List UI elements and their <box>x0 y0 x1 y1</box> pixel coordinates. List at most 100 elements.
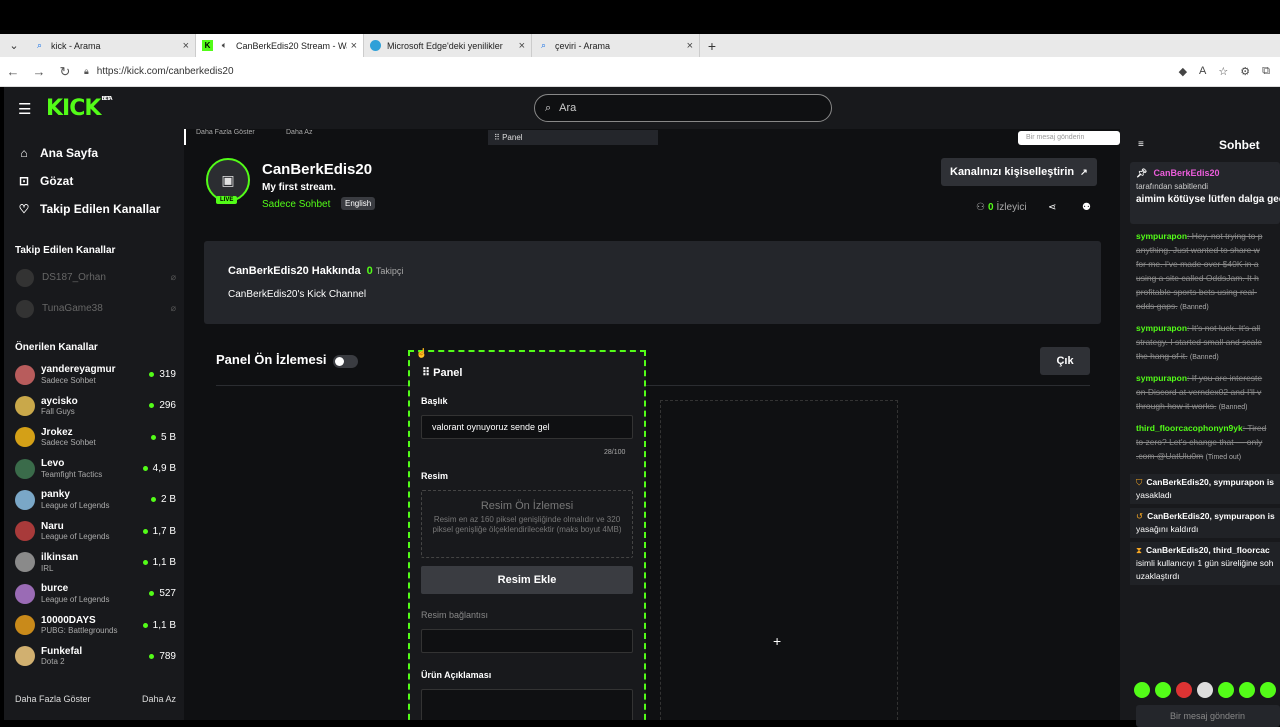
emote-icon[interactable] <box>1155 682 1171 698</box>
chat-username[interactable]: sympurapon <box>1136 323 1187 333</box>
sidebar-item-browse[interactable]: ⊡ Gözat <box>4 167 184 195</box>
new-tab-plus-icon[interactable]: + <box>700 38 724 54</box>
chat-username[interactable]: sympurapon <box>1136 373 1187 383</box>
image-preview-dropzone[interactable]: Resim Ön İzlemesi Resim en az 160 piksel… <box>421 490 633 558</box>
recommended-channel[interactable]: Levo Teamfight Tactics 4,9 B <box>4 453 184 484</box>
show-more-link[interactable]: Daha Fazla Göster <box>15 694 91 704</box>
extensions-puzzle-icon[interactable]: ⚙ <box>1240 65 1250 78</box>
channel-name: TunaGame38 <box>42 303 103 314</box>
emote-icon[interactable] <box>1197 682 1213 698</box>
plus-icon[interactable]: + <box>773 633 781 649</box>
add-panel-slot[interactable]: + <box>660 400 898 720</box>
panel-preview-toggle[interactable] <box>333 355 358 368</box>
scrolled-strip: Daha Fazla Göster Daha Az ⠿ Panel Bir me… <box>184 129 1120 145</box>
emote-icon[interactable] <box>1239 682 1255 698</box>
chat-text: .com @UatUlu0m <box>1136 451 1204 461</box>
tab-translate-search[interactable]: ⌕ çeviri - Arama × <box>532 34 700 57</box>
exit-button[interactable]: Çık <box>1040 347 1090 375</box>
kick-logo[interactable]: KICKBETA <box>46 96 113 121</box>
recommended-channel[interactable]: Jrokez Sadece Sohbet 5 B <box>4 422 184 453</box>
strip-panel-tab[interactable]: ⠿ Panel <box>488 130 658 145</box>
image-link-input[interactable] <box>421 629 633 653</box>
chat-input[interactable]: Bir mesaj gönderin <box>1136 705 1280 727</box>
recommended-channel[interactable]: aycisko Fall Guys 296 <box>4 390 184 421</box>
chat-message: third_floorcacophonyn9yk: Tired to zero? … <box>1136 421 1280 465</box>
beta-badge: BETA <box>101 96 112 102</box>
pinned-message[interactable]: 📌︎ CanBerkEdis20 tarafından sabitlendi ai… <box>1130 162 1280 224</box>
recommended-channel[interactable]: ilkinsan IRL 1,1 B <box>4 547 184 578</box>
viewer-count: 1,1 B <box>142 557 176 568</box>
show-less-link[interactable]: Daha Az <box>142 694 176 704</box>
search-input[interactable]: ⌕ Ara <box>534 94 832 122</box>
recommended-channel[interactable]: 10000DAYS PUBG: Battlegrounds 1,1 B <box>4 609 184 640</box>
close-icon[interactable]: × <box>687 40 693 52</box>
refresh-icon[interactable]: ↻ <box>52 64 78 80</box>
product-description-input[interactable] <box>421 689 633 720</box>
strip-show-more[interactable]: Daha Fazla Göster <box>196 129 255 136</box>
share-icon[interactable]: ⋖ <box>1048 202 1056 213</box>
recommended-channel[interactable]: Naru League of Legends 1,7 B <box>4 515 184 546</box>
channel-category: Teamfight Tactics <box>41 469 103 479</box>
forward-arrow-icon[interactable]: → <box>26 64 52 79</box>
hand-cursor-icon: ☝ <box>416 348 428 358</box>
channel-name: DS187_Orhan <box>42 272 106 283</box>
tab-kick-stream[interactable]: K 🔈︎ CanBerkEdis20 Stream - Wat × <box>196 34 364 57</box>
follower-label: Takipçi <box>375 266 404 276</box>
recommended-channel[interactable]: burce League of Legends 527 <box>4 578 184 609</box>
read-aloud-icon[interactable]: A <box>1199 65 1206 78</box>
pinned-text: aimim kötüyse lütfen dalga gec <box>1136 194 1280 205</box>
chat-username[interactable]: third_floorcacophonyn9yk <box>1136 423 1243 433</box>
speaker-icon[interactable]: 🔈︎ <box>219 40 230 51</box>
followed-channel[interactable]: TunaGame38 ⌀ <box>4 293 184 324</box>
favorite-star-icon[interactable]: ☆ <box>1218 65 1228 78</box>
emote-icon[interactable] <box>1134 682 1150 698</box>
channel-name: burce <box>41 583 69 595</box>
lock-icon[interactable]: 🔒︎ <box>84 66 89 77</box>
emote-icon[interactable] <box>1218 682 1234 698</box>
recommended-channel[interactable]: Funkefal Dota 2 789 <box>4 641 184 672</box>
viewer-number: 4,9 B <box>152 463 176 475</box>
customize-channel-button[interactable]: Kanalınızı kişiselleştirin ↗ <box>941 158 1097 186</box>
tab-edge-news[interactable]: Microsoft Edge'deki yenilikler × <box>364 34 532 57</box>
tab-kick-search[interactable]: ⌕ kick - Arama × <box>28 34 196 57</box>
follow-user-icon[interactable]: ⚉ <box>1082 202 1091 213</box>
recommended-channel[interactable]: panky League of Legends 2 B <box>4 484 184 515</box>
stream-category[interactable]: Sadece Sohbet <box>262 199 330 210</box>
live-dot <box>142 466 148 472</box>
emote-icon[interactable] <box>1176 682 1192 698</box>
drag-handle-icon[interactable]: ⠿ <box>422 367 433 379</box>
avatar <box>16 268 34 287</box>
recommended-channel[interactable]: yandereyagmur Sadece Sohbet 319 <box>4 359 184 390</box>
live-dot <box>142 528 148 534</box>
channel-name: Jrokez <box>41 426 73 438</box>
extension-icon[interactable]: ◆ <box>1179 65 1187 78</box>
strip-show-less[interactable]: Daha Az <box>286 129 312 136</box>
back-arrow-icon[interactable]: ← <box>0 64 26 79</box>
hamburger-menu-icon[interactable]: ☰ <box>18 100 31 118</box>
channel-name[interactable]: CanBerkEdis20 <box>262 161 372 178</box>
address-bar: ← → ↻ 🔒︎ https://kick.com/canberkedis20 … <box>0 57 1280 87</box>
nav-label: Gözat <box>40 174 74 188</box>
product-description-label: Ürün Açıklaması <box>421 670 492 680</box>
chat-text: the hang of it. <box>1136 351 1188 361</box>
sidebar-item-following[interactable]: ♡ Takip Edilen Kanallar <box>4 195 184 223</box>
add-image-button[interactable]: Resim Ekle <box>421 566 633 594</box>
sidebar-item-home[interactable]: ⌂ Ana Sayfa <box>4 139 184 167</box>
close-icon[interactable]: × <box>351 40 357 52</box>
collections-icon[interactable]: ⧉ <box>1262 65 1270 78</box>
channel-category: Sadece Sohbet <box>41 438 96 448</box>
collapse-chat-icon[interactable]: ≡ <box>1138 139 1144 150</box>
channel-info: yandereyagmur Sadece Sohbet <box>41 364 149 385</box>
panel-header[interactable]: ⠿ Panel <box>422 366 462 379</box>
followed-channel[interactable]: DS187_Orhan ⌀ <box>4 262 184 293</box>
recommended-list: yandereyagmur Sadece Sohbet 319 aycisko Fall… <box>4 359 184 672</box>
tab-actions-chevron-icon[interactable]: ⌄ <box>0 39 28 52</box>
close-icon[interactable]: × <box>519 40 525 52</box>
url-field[interactable]: 🔒︎ https://kick.com/canberkedis20 <box>84 66 1179 77</box>
title-input[interactable]: valorant oynuyoruz sende gel <box>421 415 633 439</box>
viewer-number: 1,7 B <box>152 525 176 537</box>
chat-text: to zero? Let's change that — only <box>1136 437 1263 447</box>
close-icon[interactable]: × <box>183 40 189 52</box>
emote-icon[interactable] <box>1260 682 1276 698</box>
chat-username[interactable]: sympurapon <box>1136 231 1187 241</box>
